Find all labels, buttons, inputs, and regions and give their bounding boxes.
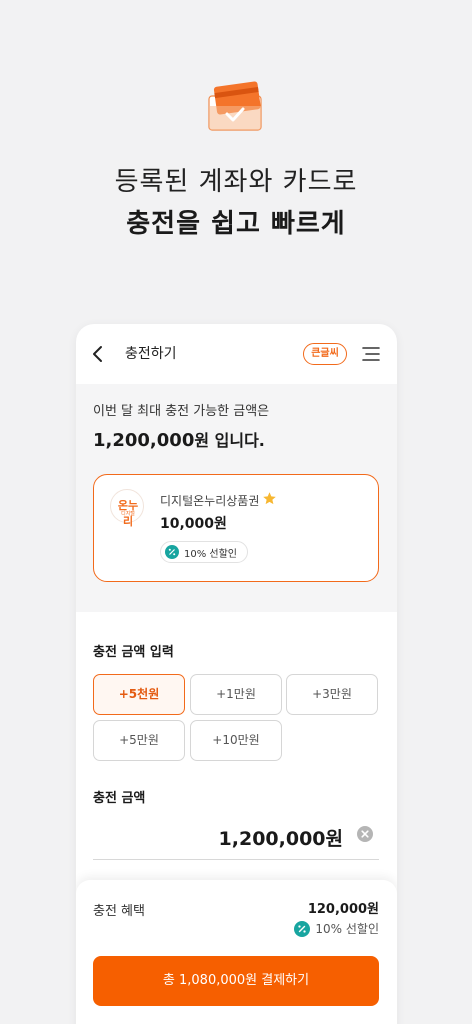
large-font-button[interactable]: 큰글씨 [303, 343, 347, 365]
phone-screen: 충전하기 큰글씨 이번 달 최대 충전 가능한 금액은 1,200,000원 입… [76, 324, 397, 1024]
headline-line-1: 등록된 계좌와 카드로 [114, 167, 358, 197]
add-30k-button[interactable]: +3만원 [286, 674, 378, 715]
headline: 등록된 계좌와 카드로 충전을 쉽고 빠르게 [0, 162, 472, 246]
limit-description: 이번 달 최대 충전 가능한 금액은 [93, 404, 270, 419]
back-arrow-icon[interactable] [90, 344, 106, 364]
limit-amount-value: 1,200,000 [93, 430, 195, 451]
benefit-rate-label: 10% 선할인 [315, 922, 379, 936]
limit-amount-suffix: 원 입니다. [194, 431, 265, 450]
limit-amount: 1,200,000원 입니다. [93, 427, 265, 451]
hamburger-menu-icon[interactable] [362, 347, 380, 361]
voucher-price: 10,000원 [160, 516, 227, 532]
add-5k-button[interactable]: +5천원 [93, 674, 185, 715]
clear-icon[interactable] [357, 826, 373, 842]
page-title: 충전하기 [125, 346, 177, 362]
charge-amount-title: 충전 금액 [93, 791, 146, 806]
card-wallet-icon [208, 81, 262, 131]
add-100k-button[interactable]: +10만원 [190, 720, 282, 761]
charge-amount-input[interactable]: 1,200,000원 [93, 816, 379, 860]
benefit-rate: 10% 선할인 [294, 920, 379, 937]
percent-icon [165, 545, 179, 559]
voucher-card[interactable]: 온누리 디지털 디지털온누리상품권 10,000원 10% 선할인 [93, 474, 379, 582]
charge-summary: 이번 달 최대 충전 가능한 금액은 1,200,000원 입니다. 온누리 디… [76, 384, 397, 612]
benefit-label: 충전 혜택 [93, 904, 145, 919]
pay-button[interactable]: 총 1,080,000원 결제하기 [93, 956, 379, 1006]
add-10k-button[interactable]: +1만원 [190, 674, 282, 715]
app-bar: 충전하기 큰글씨 [76, 324, 397, 384]
add-50k-button[interactable]: +5만원 [93, 720, 185, 761]
charge-input-title: 충전 금액 입력 [93, 645, 174, 660]
star-icon [263, 492, 276, 505]
benefit-amount: 120,000원 [307, 902, 379, 917]
discount-chip: 10% 선할인 [160, 541, 249, 563]
payment-sheet: 충전 혜택 120,000원 10% 선할인 총 1,080,000원 결제하기 [76, 880, 397, 1024]
percent-icon [294, 920, 311, 937]
onnuri-logo: 온누리 디지털 [110, 489, 144, 528]
charge-amount-value: 1,200,000원 [218, 828, 343, 850]
voucher-name: 디지털온누리상품권 [160, 494, 260, 508]
logo-subtext: 디지털 [121, 511, 135, 517]
discount-label: 10% 선할인 [184, 548, 238, 560]
headline-line-2: 충전을 쉽고 빠르게 [126, 209, 346, 239]
